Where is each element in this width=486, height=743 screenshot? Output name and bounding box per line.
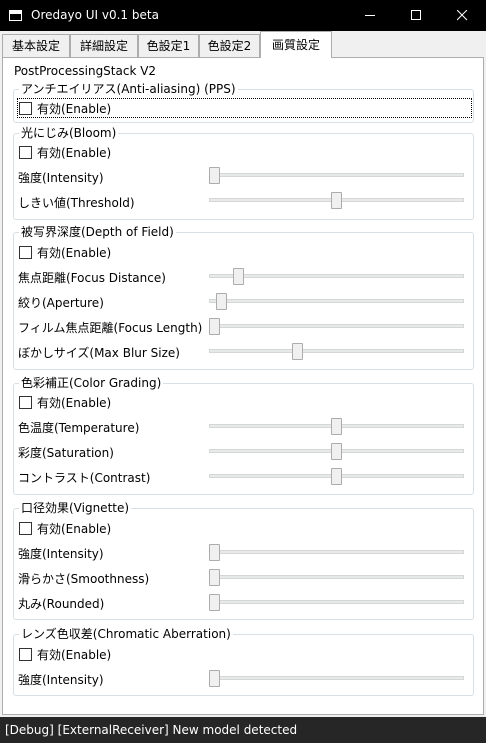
slider-label: 強度(Intensity) (18, 171, 104, 185)
vignette-enable-checkbox[interactable]: 有効(Enable) (19, 520, 111, 536)
anti-aliasing-group: アンチエイリアス(Anti-aliasing) (PPS) 有効(Enable) (13, 82, 474, 123)
tab-strip: 基本設定 詳細設定 色設定1 色設定2 画質設定 (0, 31, 486, 58)
checkbox-label: 有効(Enable) (37, 145, 112, 160)
slider-track (209, 173, 464, 177)
slider-label: 色温度(Temperature) (18, 421, 140, 435)
slider-label: 強度(Intensity) (18, 547, 104, 561)
group-title: 色彩補正(Color Grading) (19, 376, 164, 390)
slider-label: コントラスト(Contrast) (18, 471, 151, 485)
slider-thumb[interactable] (209, 594, 220, 611)
chromatic-aberration-enable-checkbox[interactable]: 有効(Enable) (19, 646, 111, 662)
slider-thumb[interactable] (331, 443, 342, 460)
slider-label: 丸み(Rounded) (18, 597, 105, 611)
slider-thumb[interactable] (216, 293, 227, 310)
saturation-slider[interactable] (209, 443, 464, 460)
checkbox-box (19, 395, 32, 409)
quality-settings-panel: PostProcessingStack V2 アンチエイリアス(Anti-ali… (2, 57, 484, 715)
slider-thumb[interactable] (209, 318, 220, 335)
bloom-threshold-slider[interactable] (209, 192, 464, 209)
checkbox-box (19, 521, 32, 535)
checkbox-box (19, 245, 32, 259)
slider-thumb[interactable] (209, 670, 220, 687)
smoothness-slider[interactable] (209, 569, 464, 586)
slider-track (209, 299, 464, 303)
slider-label: ぼかしサイズ(Max Blur Size) (18, 346, 180, 360)
slider-track (209, 676, 464, 680)
temperature-slider[interactable] (209, 418, 464, 435)
slider-label: フィルム焦点距離(Focus Length) (18, 321, 203, 335)
depth-of-field-group: 被写界深度(Depth of Field) 有効(Enable) 焦点距離(Fo… (13, 225, 474, 370)
checkbox-label: 有効(Enable) (37, 101, 112, 116)
tab-basic-settings[interactable]: 基本設定 (2, 34, 70, 57)
checkbox-label: 有効(Enable) (37, 521, 112, 536)
group-title: 口径効果(Vignette) (19, 501, 132, 515)
slider-track (209, 349, 464, 353)
slider-thumb[interactable] (209, 167, 220, 184)
tab-color-settings-1[interactable]: 色設定1 (138, 34, 199, 57)
depth-of-field-enable-checkbox[interactable]: 有効(Enable) (19, 244, 111, 260)
slider-label: しきい値(Threshold) (18, 196, 135, 210)
max-blur-size-slider[interactable] (209, 343, 464, 360)
color-grading-group: 色彩補正(Color Grading) 有効(Enable) 色温度(Tempe… (13, 376, 474, 495)
group-title: レンズ色収差(Chromatic Aberration) (19, 627, 233, 641)
close-button[interactable] (440, 0, 486, 31)
chromatic-intensity-slider[interactable] (209, 670, 464, 687)
vignette-intensity-slider[interactable] (209, 544, 464, 561)
maximize-button[interactable] (394, 0, 440, 31)
checkbox-label: 有効(Enable) (37, 245, 112, 260)
tab-color-settings-2[interactable]: 色設定2 (199, 34, 260, 57)
chromatic-aberration-group: レンズ色収差(Chromatic Aberration) 有効(Enable) … (13, 627, 474, 696)
contrast-slider[interactable] (209, 468, 464, 485)
slider-track (209, 600, 464, 604)
checkbox-label: 有効(Enable) (37, 395, 112, 410)
checkbox-box (19, 101, 32, 115)
slider-label: 絞り(Aperture) (18, 296, 104, 310)
minimize-icon (365, 15, 375, 16)
slider-track (209, 575, 464, 579)
bloom-group: 光にじみ(Bloom) 有効(Enable) 強度(Intensity) しきい… (13, 126, 474, 220)
slider-track (209, 274, 464, 278)
rounded-slider[interactable] (209, 594, 464, 611)
group-title: 被写界深度(Depth of Field) (19, 225, 176, 239)
slider-thumb[interactable] (331, 468, 342, 485)
bloom-intensity-slider[interactable] (209, 167, 464, 184)
checkbox-box (19, 145, 32, 159)
status-bar: [Debug] [ExternalReceiver] New model det… (0, 717, 486, 743)
minimize-button[interactable] (348, 0, 394, 31)
slider-thumb[interactable] (209, 544, 220, 561)
slider-thumb[interactable] (331, 192, 342, 209)
focus-distance-slider[interactable] (209, 268, 464, 285)
tab-quality-settings[interactable]: 画質設定 (260, 31, 332, 58)
close-icon (457, 10, 468, 21)
slider-thumb[interactable] (331, 418, 342, 435)
slider-label: 焦点距離(Focus Distance) (18, 271, 166, 285)
aperture-slider[interactable] (209, 293, 464, 310)
color-grading-enable-checkbox[interactable]: 有効(Enable) (19, 394, 111, 410)
slider-label: 彩度(Saturation) (18, 446, 114, 460)
window-title: Oredayo UI v0.1 beta (31, 8, 159, 22)
slider-thumb[interactable] (209, 569, 220, 586)
title-bar: Oredayo UI v0.1 beta (0, 0, 486, 31)
slider-thumb[interactable] (292, 343, 303, 360)
slider-thumb[interactable] (233, 268, 244, 285)
maximize-icon (411, 10, 421, 20)
tab-detail-settings[interactable]: 詳細設定 (70, 34, 138, 57)
slider-track (209, 324, 464, 328)
checkbox-box (19, 647, 32, 661)
slider-track (209, 550, 464, 554)
bloom-enable-checkbox[interactable]: 有効(Enable) (19, 144, 111, 160)
checkbox-label: 有効(Enable) (37, 647, 112, 662)
group-title: 光にじみ(Bloom) (19, 126, 119, 140)
vignette-group: 口径効果(Vignette) 有効(Enable) 強度(Intensity) … (13, 501, 474, 620)
focus-length-slider[interactable] (209, 318, 464, 335)
slider-label: 滑らかさ(Smoothness) (18, 572, 150, 586)
anti-aliasing-enable-checkbox[interactable]: 有効(Enable) (17, 98, 472, 118)
group-title: アンチエイリアス(Anti-aliasing) (PPS) (19, 82, 238, 96)
slider-label: 強度(Intensity) (18, 673, 104, 687)
section-title: PostProcessingStack V2 (14, 64, 157, 78)
app-window-icon (9, 10, 22, 21)
